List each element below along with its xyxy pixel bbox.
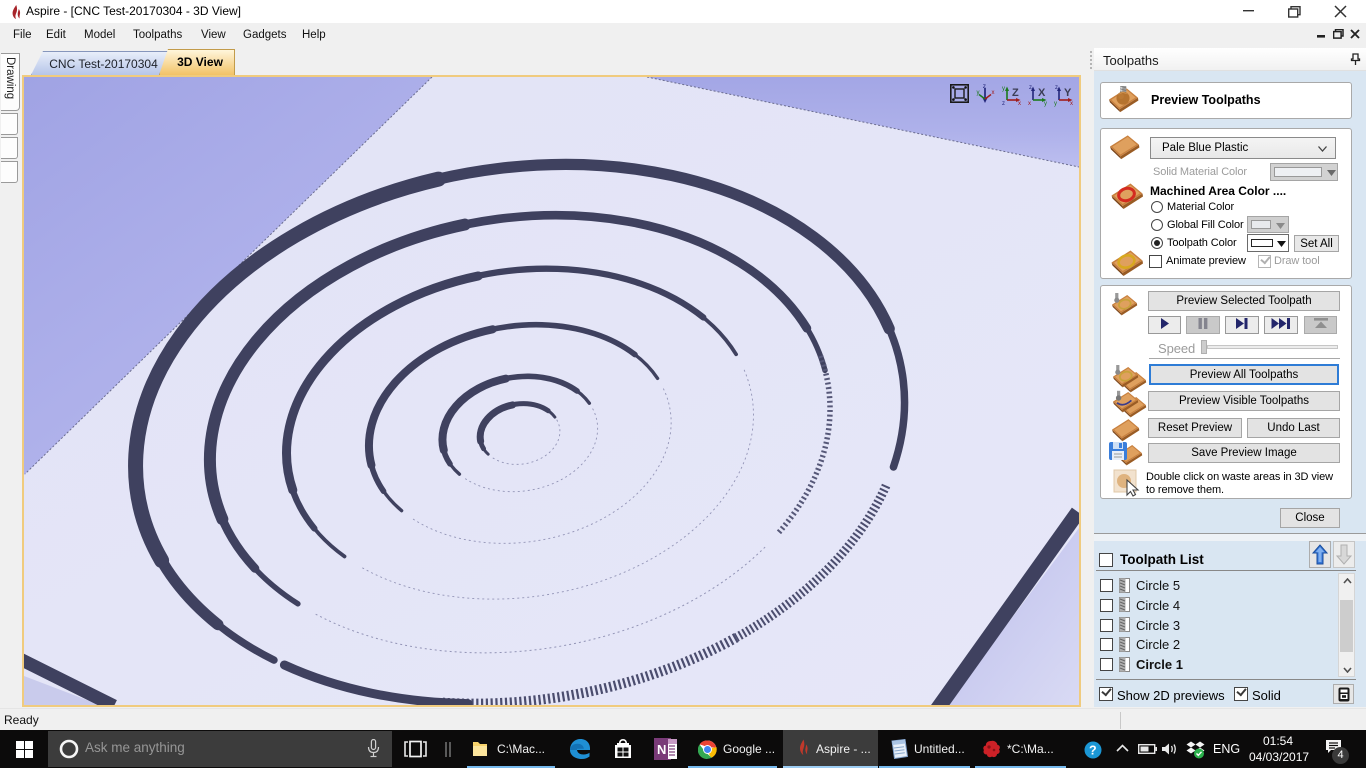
svg-text:y: y [977, 90, 980, 96]
svg-text:X: X [1038, 87, 1046, 99]
svg-text:?: ? [1089, 744, 1097, 758]
svg-text:Z: Z [1012, 87, 1019, 99]
svg-text:y: y [1002, 86, 1005, 92]
svg-text:Y: Y [1064, 87, 1072, 99]
svg-text:z: z [1002, 101, 1005, 107]
svg-text:N: N [657, 742, 666, 757]
svg-text:x: x [1028, 101, 1031, 107]
svg-text:x: x [1070, 101, 1073, 107]
svg-text:z: z [983, 83, 986, 90]
svg-text:z: z [1029, 85, 1032, 91]
svg-text:x: x [1018, 101, 1021, 107]
svg-text:z: z [1055, 85, 1058, 91]
svg-text:x: x [992, 90, 995, 96]
svg-text:y: y [1054, 101, 1057, 107]
svg-text:y: y [1044, 101, 1047, 107]
